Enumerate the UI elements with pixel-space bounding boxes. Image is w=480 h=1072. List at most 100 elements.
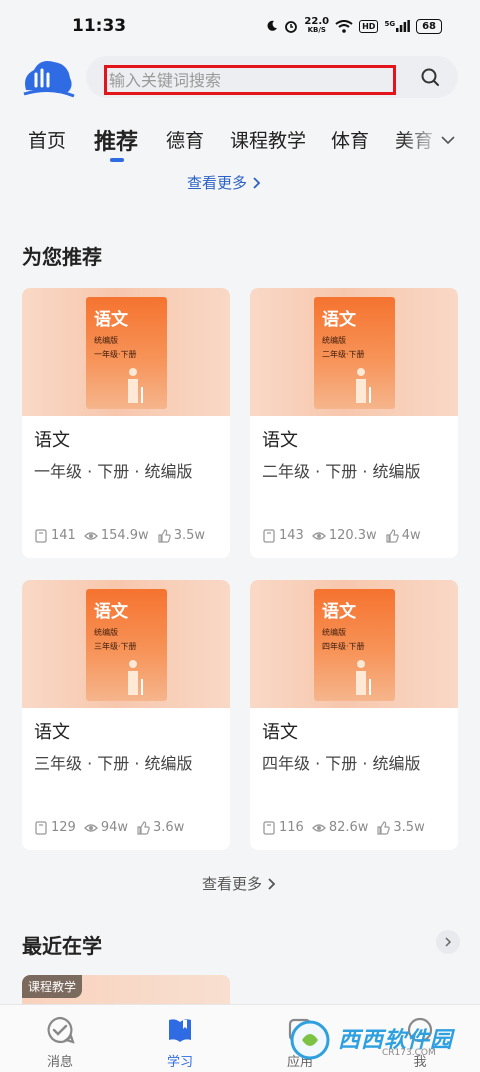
card-name: 语文 <box>262 430 298 451</box>
lessons-icon <box>35 820 47 835</box>
card-cover: 语文 统编版 四年级·下册 <box>250 580 458 708</box>
card-subtitle: 三年级 · 下册 · 统编版 <box>34 754 193 773</box>
course-card[interactable]: 语文 统编版 二年级·下册 语文 二年级 · 下册 · 统编版 143 120.… <box>250 288 458 558</box>
course-card[interactable]: 语文 统编版 一年级·下册 语文 一年级 · 下册 · 统编版 141 154.… <box>22 288 230 558</box>
app-logo <box>23 61 75 98</box>
tab-course[interactable]: 课程教学 <box>230 126 306 153</box>
recommend-title: 为您推荐 <box>22 245 102 269</box>
wifi-icon <box>335 19 353 33</box>
header <box>0 50 480 110</box>
book-grade: 四年级·下册 <box>322 642 365 651</box>
book-icon <box>169 1019 191 1042</box>
eye-icon <box>83 823 98 832</box>
view-more-link-top[interactable]: 查看更多 <box>187 172 261 193</box>
like-count: 3.5w <box>157 528 205 543</box>
card-cover: 语文 统编版 三年级·下册 <box>22 580 230 708</box>
watermark: 西西软件园 CR173.COM <box>288 1018 460 1064</box>
book-title: 语文 <box>322 602 356 622</box>
book-cover: 语文 统编版 三年级·下册 <box>86 589 167 701</box>
lessons-icon <box>263 528 275 543</box>
likes-value: 3.5w <box>393 820 425 835</box>
lessons-icon <box>35 528 47 543</box>
card-subtitle: 一年级 · 下册 · 统编版 <box>34 462 193 481</box>
lesson-count: 143 <box>262 528 304 543</box>
network-speed: 22.0 KB/S <box>304 17 329 35</box>
view-count: 94w <box>83 820 129 835</box>
view-count: 82.6w <box>311 820 369 835</box>
views-value: 154.9w <box>100 528 149 543</box>
status-bar: 11:33 22.0 KB/S HD 5G 68 <box>0 0 480 50</box>
speed-value: 22.0 <box>304 16 330 27</box>
recent-more-button[interactable] <box>436 930 460 954</box>
view-more-link[interactable]: 查看更多 <box>202 873 276 894</box>
book-edition: 统编版 <box>94 336 118 345</box>
like-count: 4w <box>385 528 421 543</box>
search-bar[interactable] <box>86 56 458 98</box>
book-decoration-icon <box>128 368 143 403</box>
search-icon[interactable] <box>420 67 440 87</box>
book-edition: 统编版 <box>322 336 346 345</box>
lessons-value: 129 <box>51 820 76 835</box>
message-check-icon <box>47 1016 75 1044</box>
watermark-logo-icon <box>290 1020 330 1060</box>
views-value: 94w <box>100 820 129 835</box>
views-value: 82.6w <box>328 820 369 835</box>
book-cover: 语文 统编版 一年级·下册 <box>86 297 167 409</box>
view-more-label: 查看更多 <box>202 875 263 893</box>
nav-messages[interactable]: 消息 <box>30 1015 90 1070</box>
lesson-count: 116 <box>262 820 304 835</box>
card-stats: 141 154.9w 3.5w <box>34 528 213 543</box>
card-subtitle: 二年级 · 下册 · 统编版 <box>262 462 421 481</box>
card-name: 语文 <box>34 722 70 743</box>
card-cover: 语文 统编版 一年级·下册 <box>22 288 230 416</box>
book-grade: 二年级·下册 <box>322 350 365 359</box>
like-count: 3.6w <box>136 820 184 835</box>
thumbs-up-icon <box>158 528 171 543</box>
status-time: 11:33 <box>72 16 127 36</box>
card-stats: 143 120.3w 4w <box>262 528 429 543</box>
lessons-value: 141 <box>51 528 76 543</box>
active-tab-indicator <box>110 158 124 162</box>
view-count: 120.3w <box>311 528 377 543</box>
thumbs-up-icon <box>377 820 391 835</box>
eye-icon <box>83 531 98 540</box>
nav-label: 消息 <box>46 1055 73 1070</box>
course-card[interactable]: 语文 统编版 四年级·下册 语文 四年级 · 下册 · 统编版 116 82.6… <box>250 580 458 850</box>
eye-icon <box>311 531 326 540</box>
book-decoration-icon <box>128 660 143 695</box>
chevron-down-icon[interactable] <box>440 132 456 148</box>
recent-title: 最近在学 <box>22 934 102 958</box>
book-decoration-icon <box>356 660 371 695</box>
moon-icon <box>267 20 278 31</box>
lesson-count: 141 <box>34 528 76 543</box>
status-icons: 22.0 KB/S HD 5G 68 <box>266 17 442 35</box>
likes-value: 3.5w <box>173 528 205 543</box>
book-cover: 语文 统编版 二年级·下册 <box>314 297 395 409</box>
book-grade: 三年级·下册 <box>94 642 137 651</box>
lessons-value: 116 <box>279 820 304 835</box>
search-input[interactable] <box>104 65 396 95</box>
book-grade: 一年级·下册 <box>94 350 137 359</box>
view-more-label: 查看更多 <box>187 174 248 192</box>
nav-study[interactable]: 学习 <box>150 1015 210 1070</box>
book-decoration-icon <box>356 368 371 403</box>
hd-badge: HD <box>359 19 379 33</box>
card-name: 语文 <box>34 430 70 451</box>
category-badge: 课程教学 <box>22 975 83 998</box>
like-count: 3.5w <box>376 820 425 835</box>
category-tabs: 首页 推荐 德育 课程教学 体育 美育 <box>0 116 480 166</box>
tab-home[interactable]: 首页 <box>28 126 66 153</box>
chevron-right-icon <box>268 877 276 890</box>
tab-moral[interactable]: 德育 <box>166 126 204 153</box>
book-title: 语文 <box>94 602 128 622</box>
watermark-url: CR173.COM <box>382 1048 436 1058</box>
chevron-right-icon <box>444 937 451 947</box>
likes-value: 4w <box>401 528 421 543</box>
tab-recommend[interactable]: 推荐 <box>94 124 138 156</box>
book-cover: 语文 统编版 四年级·下册 <box>314 589 395 701</box>
lessons-icon <box>263 820 275 835</box>
course-card[interactable]: 语文 统编版 三年级·下册 语文 三年级 · 下册 · 统编版 129 94w … <box>22 580 230 850</box>
thumbs-up-icon <box>137 820 150 835</box>
tab-sports[interactable]: 体育 <box>331 126 369 153</box>
signal-group: 5G <box>384 20 410 32</box>
